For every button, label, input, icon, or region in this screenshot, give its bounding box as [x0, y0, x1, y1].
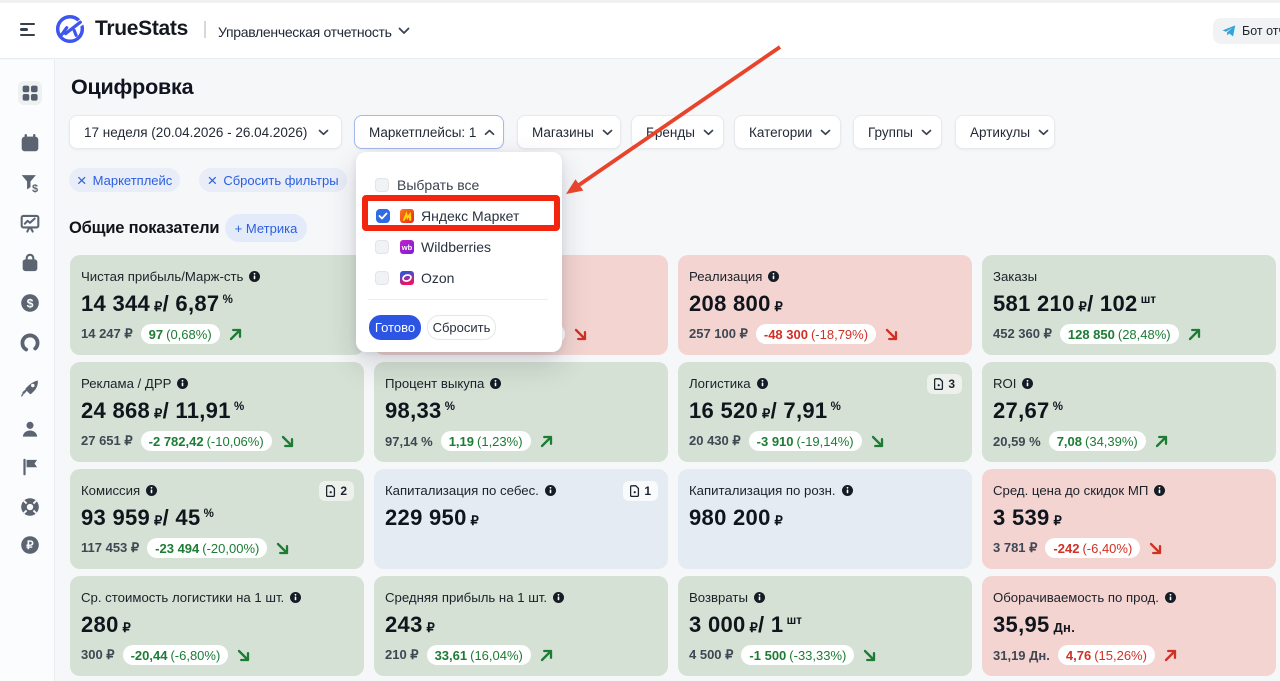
- svg-text:wb: wb: [401, 243, 413, 252]
- svg-text:$: $: [27, 296, 34, 310]
- svg-text:₽: ₽: [26, 539, 34, 552]
- svg-text:$: $: [32, 183, 38, 194]
